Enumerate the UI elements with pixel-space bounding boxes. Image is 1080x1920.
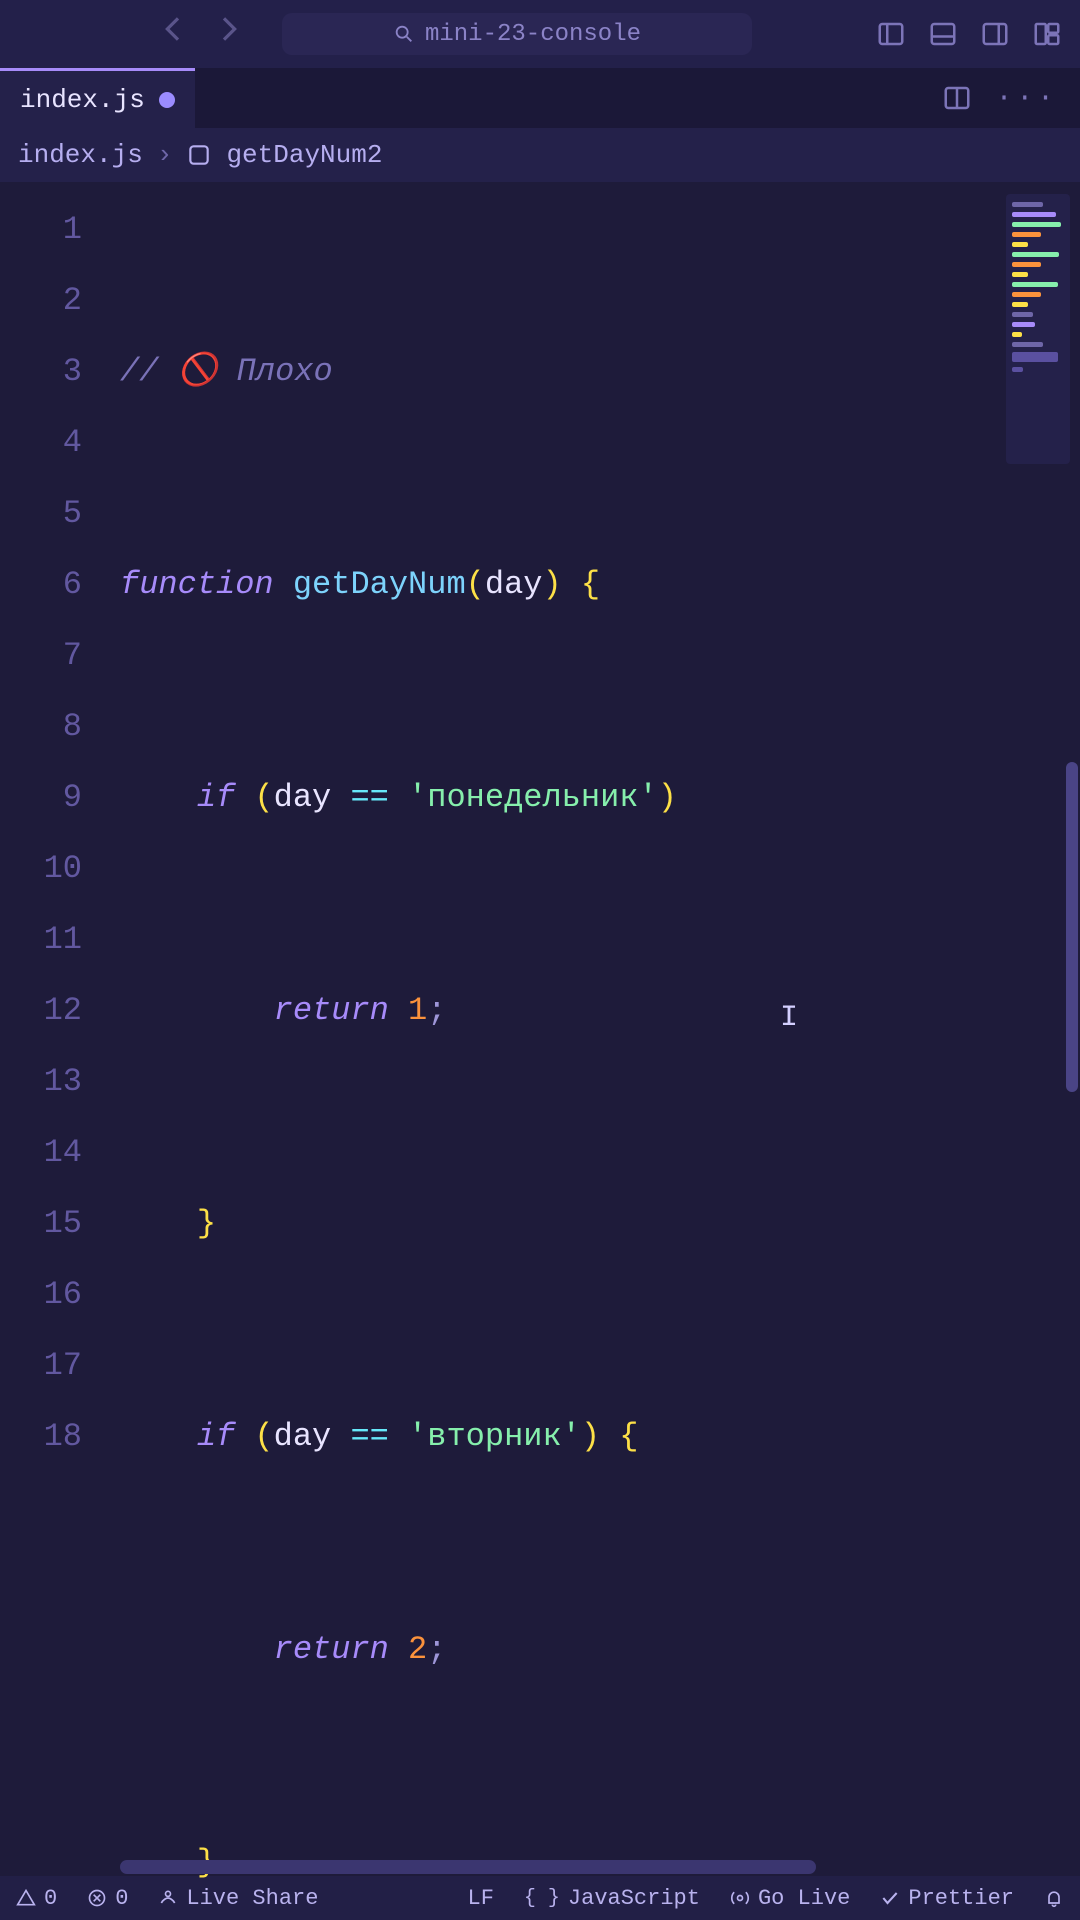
split-editor-icon[interactable] [942,83,972,113]
tab-label: index.js [20,85,145,115]
layout-controls [876,19,1062,49]
nav-forward-icon[interactable] [212,13,244,55]
text-cursor-icon: I [780,983,796,1019]
panel-bottom-icon[interactable] [928,19,958,49]
status-warnings[interactable]: 0 [16,1886,57,1911]
panel-left-icon[interactable] [876,19,906,49]
search-icon [393,23,415,45]
chevron-right-icon: › [157,140,173,170]
layout-grid-icon[interactable] [1032,19,1062,49]
panel-right-icon[interactable] [980,19,1010,49]
tab-index-js[interactable]: index.js [0,68,195,128]
breadcrumb-file: index.js [18,140,143,170]
symbol-method-icon [186,142,212,168]
command-center[interactable]: mini-23-console [282,13,752,55]
horizontal-scrollbar[interactable] [120,1860,1060,1874]
breadcrumb[interactable]: index.js › getDayNum2 [0,128,1080,182]
more-actions-icon[interactable]: ··· [996,83,1058,114]
breadcrumb-symbol: getDayNum2 [226,140,382,170]
editor-tabs: index.js ··· [0,68,1080,128]
window-titlebar: mini-23-console [0,0,1080,68]
minimap[interactable] [1006,194,1070,464]
error-icon [87,1888,107,1908]
tab-modified-dot-icon [159,92,175,108]
command-center-text: mini-23-console [425,21,641,48]
code-editor[interactable]: 123456789101112131415161718 // 🚫 Плохо f… [0,182,1080,1876]
line-gutter: 123456789101112131415161718 [0,182,108,1876]
tab-actions: ··· [942,68,1080,128]
warning-icon [16,1888,36,1908]
nav-back-icon[interactable] [158,13,190,55]
nav-arrows [158,13,244,55]
code-content[interactable]: // 🚫 Плохо function getDayNum(day) { if … [108,182,1080,1876]
vertical-scrollbar[interactable] [1062,182,1080,1876]
